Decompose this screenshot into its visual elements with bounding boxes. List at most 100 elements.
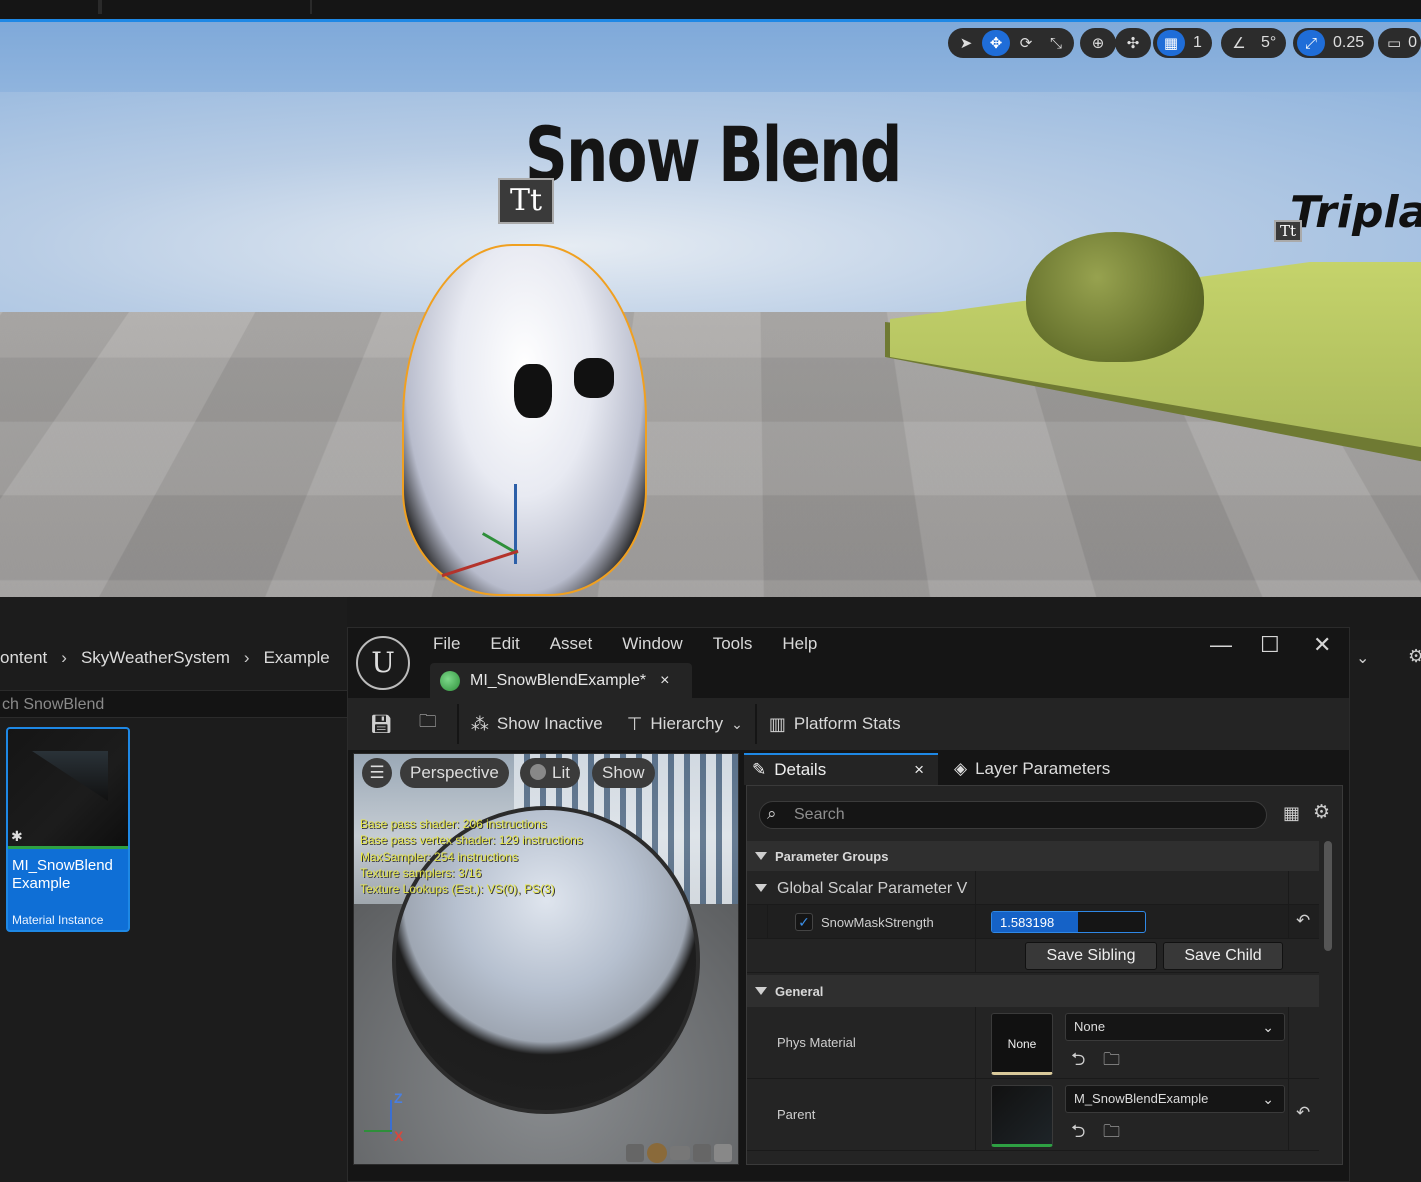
close-window-button[interactable]: ✕ bbox=[1313, 632, 1331, 658]
shader-stats: Base pass shader: 206 instructions Base … bbox=[360, 816, 583, 897]
translate-tool-icon[interactable]: ✥ bbox=[982, 30, 1010, 56]
show-button[interactable]: Show bbox=[592, 758, 655, 788]
reset-to-default-icon[interactable]: ↶ bbox=[1296, 911, 1310, 931]
text-render-snow-blend[interactable]: Snow Blend bbox=[525, 110, 901, 199]
section-general[interactable]: General bbox=[747, 975, 1319, 1007]
column-divider bbox=[975, 939, 976, 972]
breadcrumb-item[interactable]: ontent bbox=[0, 648, 47, 668]
grid-snap-group[interactable]: ▦ 1 bbox=[1153, 28, 1212, 58]
breadcrumb-item[interactable]: Example bbox=[264, 648, 330, 668]
close-tab-icon[interactable]: × bbox=[660, 672, 669, 690]
param-value-slider[interactable]: 1.583198 bbox=[991, 911, 1146, 933]
perspective-button[interactable]: Perspective bbox=[400, 758, 509, 788]
level-viewport[interactable]: Snow Blend Tripla Tt Tt ➤ ✥ ⟳ ⤡ ⊕ ✣ ▦ 1 … bbox=[0, 22, 1421, 597]
reset-to-default-icon[interactable]: ↶ bbox=[1296, 1103, 1310, 1123]
maximize-button[interactable]: ☐ bbox=[1260, 632, 1280, 658]
menu-edit[interactable]: Edit bbox=[490, 634, 519, 654]
scale-snap-icon[interactable]: ⤢ bbox=[1297, 30, 1325, 56]
breadcrumb-item[interactable]: SkyWeatherSystem bbox=[81, 648, 230, 668]
asset-name: MI_SnowBlend Example bbox=[12, 857, 128, 893]
scale-snap-group[interactable]: ⤢ 0.25 bbox=[1293, 28, 1374, 58]
viewport-menu-icon[interactable]: ☰ bbox=[362, 758, 392, 788]
minimize-button[interactable]: — bbox=[1210, 632, 1232, 658]
moss-sphere-mesh[interactable] bbox=[1026, 232, 1204, 362]
tab-layer-parameters[interactable]: ◈ Layer Parameters bbox=[954, 753, 1110, 785]
parent-material-picker[interactable]: M_SnowBlendExample ⌄ bbox=[1065, 1085, 1285, 1113]
asset-tab[interactable]: MI_SnowBlendExample* × bbox=[430, 663, 692, 698]
section-parameter-groups[interactable]: Parameter Groups bbox=[747, 841, 1319, 871]
angle-snap-icon[interactable]: ∠ bbox=[1225, 30, 1253, 56]
chevron-down-icon[interactable]: ⌄ bbox=[1356, 648, 1369, 668]
column-divider bbox=[1288, 1079, 1289, 1150]
browse-asset-icon[interactable]: 🗀︎ bbox=[1103, 1047, 1120, 1076]
cube-shape-icon[interactable] bbox=[693, 1144, 711, 1162]
editor-toolbar: 💾︎ 🗀︎ ⁂ Show Inactive ⊤ Hierarchy ⌄ ▥ Pl… bbox=[348, 698, 1349, 750]
scale-snap-value[interactable]: 0.25 bbox=[1327, 34, 1370, 52]
phys-material-thumbnail[interactable]: None bbox=[991, 1013, 1053, 1075]
group-global-scalar[interactable]: Global Scalar Parameter V bbox=[747, 871, 1319, 905]
coordinate-space-button[interactable]: ⊕ bbox=[1080, 28, 1116, 58]
menu-tools[interactable]: Tools bbox=[713, 634, 753, 654]
rotation-snap-group[interactable]: ∠ 5° bbox=[1221, 28, 1286, 58]
camera-speed-group[interactable]: ▭ 0 bbox=[1378, 28, 1421, 58]
scale-tool-icon[interactable]: ⤡ bbox=[1042, 30, 1070, 56]
cylinder-shape-icon[interactable] bbox=[626, 1144, 644, 1162]
save-buttons-row: Save Sibling Save Child bbox=[747, 939, 1319, 973]
layers-icon: ◈ bbox=[954, 759, 967, 779]
column-divider bbox=[975, 905, 976, 938]
settings-gear-icon[interactable]: ⚙ bbox=[1313, 801, 1330, 824]
text-render-icon[interactable]: Tt bbox=[498, 178, 554, 224]
parent-label: Parent bbox=[777, 1107, 815, 1122]
tab-details[interactable]: ✎ Details × bbox=[744, 753, 938, 785]
material-preview-viewport[interactable]: ☰ Perspective Lit Show Base pass shader:… bbox=[353, 753, 739, 1165]
camera-icon[interactable]: ▭ bbox=[1382, 30, 1406, 56]
save-icon[interactable]: 💾︎ bbox=[370, 714, 393, 735]
use-selected-icon[interactable]: ⮌ bbox=[1071, 1119, 1085, 1149]
stat-line: MaxSampler: 254 instructions bbox=[360, 849, 583, 865]
browse-to-asset-icon[interactable]: 🗀︎ bbox=[419, 709, 437, 739]
menu-file[interactable]: File bbox=[433, 634, 460, 654]
text-render-triplanar[interactable]: Tripla bbox=[1290, 187, 1421, 238]
save-sibling-button[interactable]: Save Sibling bbox=[1025, 942, 1157, 970]
table-view-icon[interactable]: ▦ bbox=[1283, 803, 1300, 824]
details-pencil-icon: ✎ bbox=[752, 760, 766, 780]
details-search-input[interactable]: Search bbox=[759, 801, 1267, 829]
platform-stats-button[interactable]: ▥ Platform Stats bbox=[769, 714, 901, 735]
param-enabled-checkbox[interactable]: ✓ bbox=[795, 913, 813, 931]
menu-asset[interactable]: Asset bbox=[550, 634, 593, 654]
indent-divider bbox=[767, 905, 768, 938]
breadcrumb: ontent › SkyWeatherSystem › Example bbox=[0, 640, 347, 676]
show-inactive-button[interactable]: ⁂ Show Inactive bbox=[471, 714, 603, 735]
asset-tile-mi-snowblend[interactable]: ✱ MI_SnowBlend Example Material Instance bbox=[6, 727, 130, 932]
rotation-snap-value[interactable]: 5° bbox=[1255, 34, 1282, 52]
sphere-shape-icon[interactable] bbox=[647, 1143, 667, 1163]
show-inactive-label: Show Inactive bbox=[497, 714, 603, 734]
material-instance-editor-window: U File Edit Asset Window Tools Help — ☐ … bbox=[347, 627, 1350, 1182]
settings-gear-icon[interactable]: ⚙ bbox=[1408, 646, 1421, 667]
use-selected-icon[interactable]: ⮌ bbox=[1071, 1047, 1085, 1077]
lit-mode-button[interactable]: Lit bbox=[520, 758, 580, 788]
select-tool-icon[interactable]: ➤ bbox=[952, 30, 980, 56]
surface-snapping-button[interactable]: ✣ bbox=[1115, 28, 1151, 58]
menu-help[interactable]: Help bbox=[782, 634, 817, 654]
selected-snow-rock-mesh[interactable] bbox=[402, 244, 647, 596]
close-tab-icon[interactable]: × bbox=[914, 760, 924, 780]
param-name: SnowMaskStrength bbox=[821, 915, 934, 930]
expand-triangle-icon bbox=[755, 987, 767, 995]
grid-snap-icon[interactable]: ▦ bbox=[1157, 30, 1185, 56]
content-search-input[interactable]: ch SnowBlend bbox=[0, 690, 347, 718]
menu-window[interactable]: Window bbox=[622, 634, 682, 654]
custom-mesh-icon[interactable] bbox=[714, 1144, 732, 1162]
hierarchy-button[interactable]: ⊤ Hierarchy ⌄ bbox=[627, 714, 743, 735]
plane-shape-icon[interactable] bbox=[670, 1146, 690, 1160]
phys-material-picker[interactable]: None ⌄ bbox=[1065, 1013, 1285, 1041]
text-render-icon[interactable]: Tt bbox=[1274, 220, 1302, 242]
details-scrollbar[interactable] bbox=[1324, 841, 1332, 951]
unreal-logo-icon[interactable]: U bbox=[356, 636, 410, 690]
save-child-button[interactable]: Save Child bbox=[1163, 942, 1283, 970]
rotate-tool-icon[interactable]: ⟳ bbox=[1012, 30, 1040, 56]
browse-asset-icon[interactable]: 🗀︎ bbox=[1103, 1119, 1120, 1148]
parent-thumbnail[interactable] bbox=[991, 1085, 1053, 1147]
camera-speed-value[interactable]: 0 bbox=[1408, 34, 1417, 52]
grid-snap-value[interactable]: 1 bbox=[1187, 34, 1208, 52]
